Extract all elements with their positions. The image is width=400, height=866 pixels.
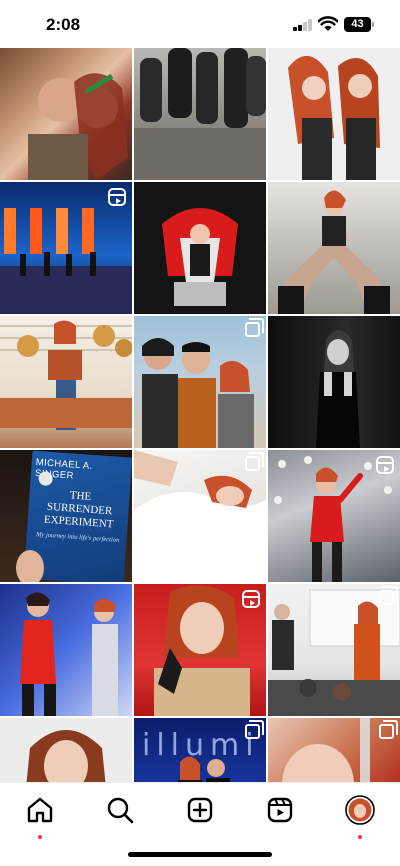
post-fishnet-pose[interactable] (268, 182, 400, 314)
post-duet-on-stage[interactable] (0, 584, 132, 716)
wifi-icon (318, 16, 338, 31)
nav-home[interactable] (25, 795, 55, 839)
photo-group (134, 48, 266, 180)
post-surrender-experiment-book[interactable]: MICHAEL A. SINGER THE SURRENDER EXPERIME… (0, 450, 132, 582)
photo-bw-portrait (316, 330, 360, 448)
post-beach-friends[interactable] (134, 316, 266, 448)
post-group-street[interactable] (134, 48, 266, 180)
battery-nub (372, 22, 374, 27)
photo-red-chair (162, 208, 238, 306)
photo-lounge (0, 320, 132, 430)
carousel-icon (245, 720, 264, 739)
plus-square-icon (187, 797, 213, 823)
post-red-bodysuit-stage[interactable] (268, 450, 400, 582)
notification-dot (38, 835, 42, 839)
reels-icon (108, 188, 126, 206)
battery-indicator: 43 (344, 17, 371, 32)
home-indicator (128, 852, 272, 857)
carousel-icon (379, 586, 398, 605)
post-voice-red-chair[interactable] (134, 182, 266, 314)
home-icon (27, 797, 53, 823)
reels-icon (267, 797, 293, 823)
nav-create[interactable] (185, 795, 215, 825)
carousel-icon (245, 318, 264, 337)
post-classroom-talk[interactable] (268, 584, 400, 716)
carousel-icon (245, 452, 264, 471)
post-sunny-lounge[interactable] (0, 316, 132, 448)
status-time: 2:08 (46, 15, 81, 34)
nav-reels[interactable] (265, 795, 295, 825)
post-sleeping-in-bed[interactable] (134, 450, 266, 582)
photo-redheads (288, 55, 380, 180)
reels-icon (376, 456, 394, 474)
post-two-redheads[interactable] (268, 48, 400, 180)
profile-posts-grid: MICHAEL A. SINGER THE SURRENDER EXPERIME… (0, 48, 400, 850)
avatar (345, 795, 375, 825)
nav-profile[interactable] (345, 795, 375, 839)
post-couple-christmas[interactable] (0, 48, 132, 180)
cellular-signal-icon (293, 19, 313, 31)
post-stage-performance[interactable] (0, 182, 132, 314)
nav-search[interactable] (105, 795, 135, 825)
status-bar: 2:08 43 (0, 0, 400, 48)
post-black-white-portrait[interactable] (268, 316, 400, 448)
post-selfie-red-carpet[interactable] (134, 584, 266, 716)
photo-couple (28, 73, 128, 180)
photo-fishnet (278, 190, 390, 314)
carousel-icon (379, 720, 398, 739)
notification-dot (358, 835, 362, 839)
search-icon (107, 797, 134, 824)
reels-icon (242, 590, 260, 608)
photo-duet (20, 592, 118, 716)
hand-holding-book (16, 550, 44, 582)
